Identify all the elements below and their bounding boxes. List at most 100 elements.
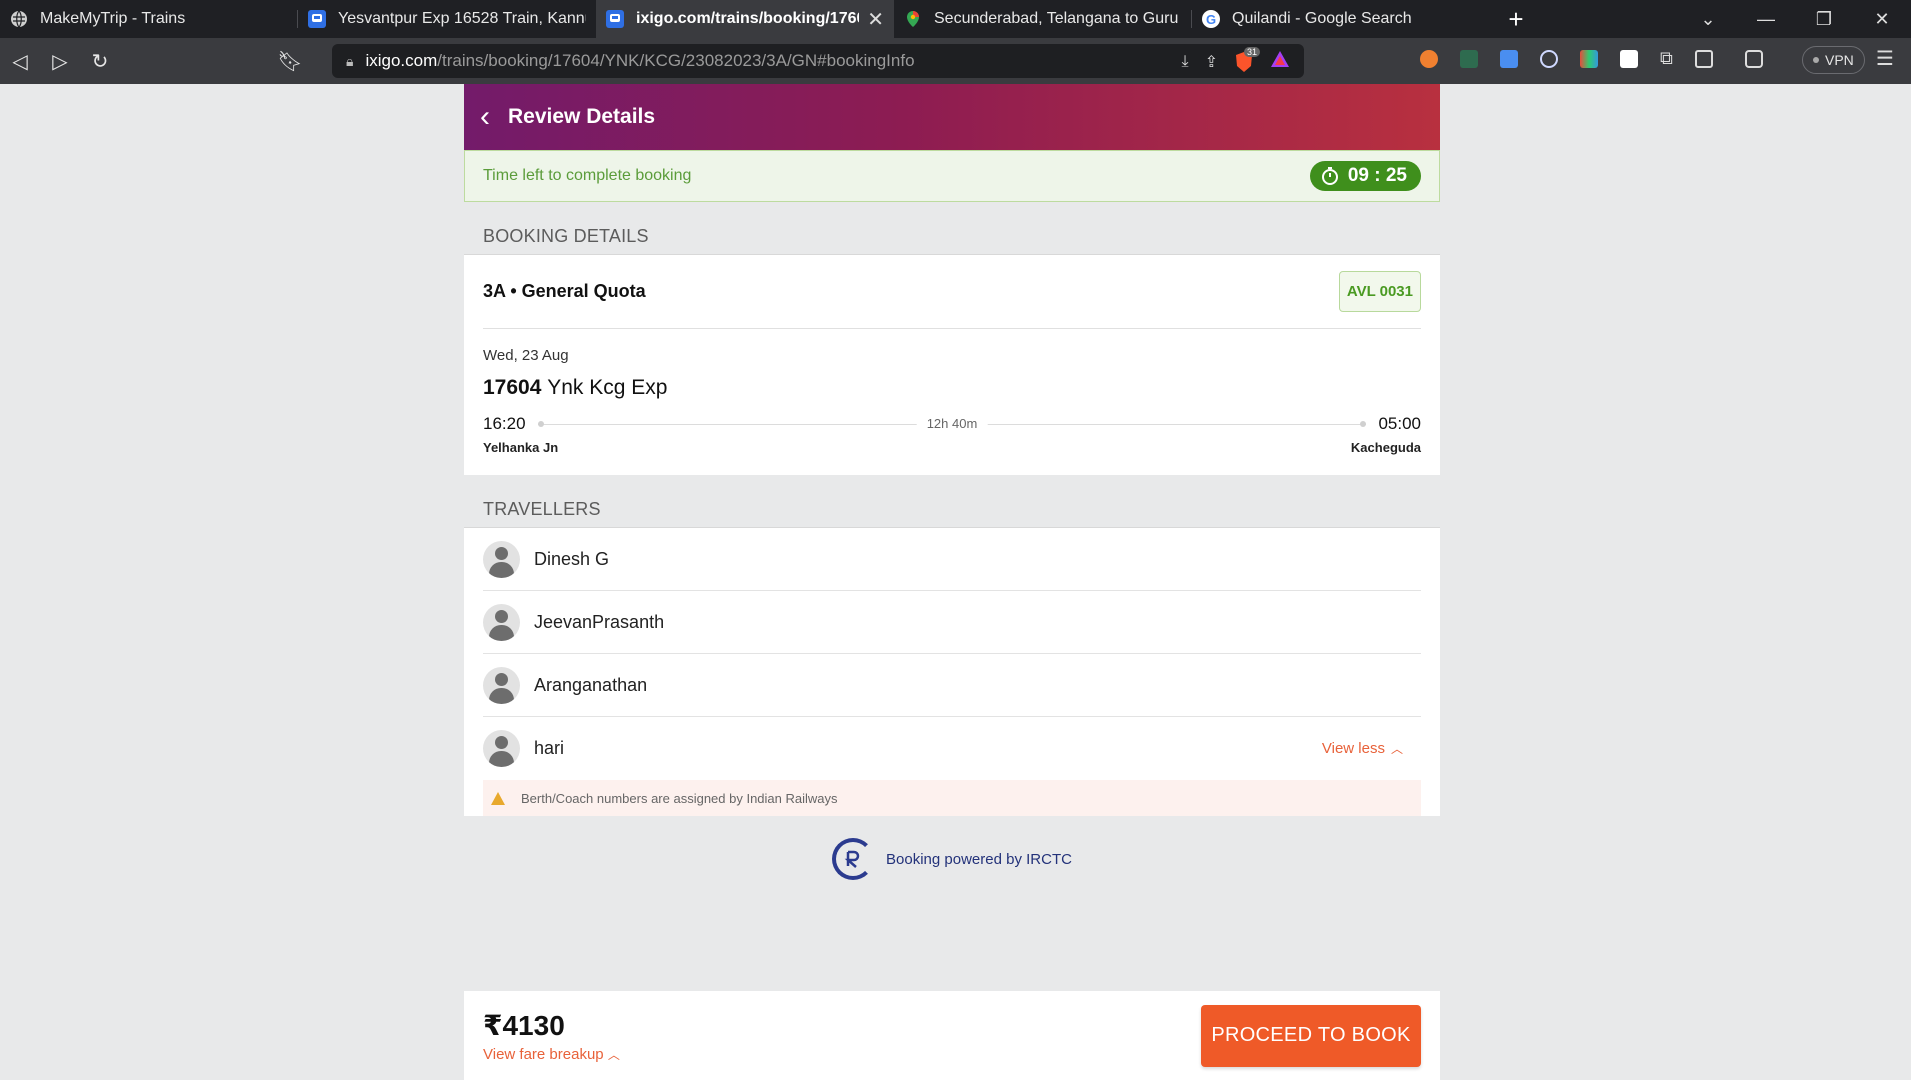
travellers-heading: TRAVELLERS [464,475,1440,527]
vpn-button[interactable]: VPN [1802,46,1865,74]
close-icon[interactable]: ✕ [867,7,884,32]
maps-pin-icon [904,10,922,28]
depart-time: 16:20 [483,414,526,433]
view-less-link[interactable]: View less ︿ [1322,740,1403,757]
fare-breakup-link[interactable]: View fare breakup ︿ [483,1046,620,1063]
puzzle-icon[interactable]: ⧉ [1660,48,1673,69]
view-less-label: View less [1321,740,1385,757]
tab-makemytrip[interactable]: MakeMyTrip - Trains [0,0,298,38]
price-block: ₹4130 View fare breakup ︿ [483,1009,620,1063]
address-bar[interactable]: 🔒︎ ixigo.com/trains/booking/17604/YNK/KC… [332,44,1304,78]
fare-breakup-label: View fare breakup [483,1045,604,1063]
reload-icon[interactable]: ↻ [80,49,120,74]
share-icon[interactable]: ⇪ [1205,52,1218,72]
extension-icon[interactable] [1420,49,1438,68]
travellers-card: Dinesh G JeevanPrasanth Aranganathan har… [464,527,1440,816]
tab-yesvantpur[interactable]: Yesvantpur Exp 16528 Train, Kannur (C [298,0,596,38]
globe-icon [10,10,28,28]
quota-row: 3A • General Quota AVL 0031 [483,255,1421,329]
traveller-name: Dinesh G [534,548,610,569]
train-name: Ynk Kcg Exp [547,376,668,399]
journey-date: Wed, 23 Aug [483,347,569,364]
journey-times: 16:20 12h 40m 05:00 [483,414,1421,434]
booking-details-card: 3A • General Quota AVL 0031 Wed, 23 Aug … [464,254,1440,475]
powered-text: Booking powered by IRCTC [886,850,1072,868]
window-controls: ⌄ — ❐ ✕ [1679,0,1911,38]
berth-notice-text: Berth/Coach numbers are assigned by Indi… [521,790,838,806]
timer-value: 09 : 25 [1347,165,1407,186]
tab-title: Yesvantpur Exp 16528 Train, Kannur (C [338,10,586,27]
brave-rewards-icon[interactable] [1270,50,1290,73]
url-text: ixigo.com/trains/booking/17604/YNK/KCG/2… [365,51,915,70]
timer-badge: 09 : 25 [1309,161,1421,191]
booking-details-heading: BOOKING DETAILS [464,202,1440,254]
tab-ixigo-booking[interactable]: ixigo.com/trains/booking/17604/ ✕ [596,0,894,38]
checkout-footer: ₹4130 View fare breakup ︿ PROCEED TO BOO… [464,991,1440,1080]
arrive-time: 05:00 [1378,414,1421,433]
traveller-name: hari [534,738,565,758]
tab-maps[interactable]: Secunderabad, Telangana to Guru Nan [894,0,1192,38]
svg-text:G: G [1206,12,1216,26]
avatar-icon [483,666,520,704]
tab-search-icon[interactable]: ⌄ [1679,9,1737,30]
extension-icon[interactable] [1620,49,1638,68]
tab-title: Secunderabad, Telangana to Guru Nan [934,10,1182,27]
train-icon [308,10,326,28]
extensions-area: ⧉ [1420,48,1763,69]
bookmark-icon[interactable]: 🔖︎ [270,49,310,74]
journey-line: 12h 40m [537,414,1367,434]
availability-badge: AVL 0031 [1338,271,1421,312]
address-bar-actions: ⤓ ⇪ 31 [1182,46,1290,73]
avatar-icon [483,730,520,767]
traveller-row: Dinesh G [483,528,1421,591]
tab-title: ixigo.com/trains/booking/17604/ [636,10,860,27]
irctc-logo-icon [832,838,875,880]
journey-info: Wed, 23 Aug 17604 Ynk Kcg Exp 16:20 12h … [483,329,1421,475]
sidebar-icon[interactable] [1694,49,1713,68]
back-icon[interactable]: ◁ [0,49,40,74]
irctc-powered: Booking powered by IRCTC [464,838,1440,880]
journey-stations: Yelhanka Jn Kacheguda [483,440,1421,455]
page-title: Review Details [508,105,656,128]
timer-label: Time left to complete booking [483,167,692,184]
proceed-to-book-button[interactable]: PROCEED TO BOOK [1201,1004,1421,1067]
menu-icon[interactable]: ☰ [1876,46,1894,71]
timer-icon [1321,167,1338,185]
page-header: ‹ Review Details [464,84,1440,150]
vpn-label: VPN [1825,52,1854,68]
warning-icon [491,791,505,805]
tab-google-search[interactable]: G Quilandi - Google Search [1192,0,1490,38]
booking-page: ‹ Review Details Time left to complete b… [464,84,1440,1080]
tab-title: Quilandi - Google Search [1232,10,1412,27]
new-tab-button[interactable]: + [1490,0,1542,38]
back-chevron-icon[interactable]: ‹ [480,102,490,132]
install-app-icon[interactable]: ⤓ [1182,53,1189,71]
restore-icon[interactable]: ❐ [1795,9,1853,30]
brave-shields-icon[interactable]: 31 [1234,46,1261,73]
class-quota: 3A • General Quota [483,281,646,301]
from-station: Yelhanka Jn [483,440,559,455]
chevron-up-icon: ︿ [607,1047,620,1062]
traveller-name: JeevanPrasanth [534,611,665,632]
train-icon [606,10,624,28]
browser-toolbar: ◁ ▷ ↻ 🔖︎ 🔒︎ ixigo.com/trains/booking/176… [0,38,1911,84]
train-number: 17604 [483,376,542,399]
traveller-row: hari View less ︿ [483,717,1421,780]
extension-icon[interactable] [1460,49,1478,68]
total-price: ₹4130 [483,1009,565,1041]
forward-icon[interactable]: ▷ [40,49,80,74]
lock-icon[interactable]: 🔒︎ [346,53,353,70]
tab-title: MakeMyTrip - Trains [40,10,186,27]
chevron-up-icon: ︿ [1390,742,1403,756]
wallet-icon[interactable] [1744,49,1763,68]
traveller-name: Aranganathan [534,674,648,695]
traveller-row: JeevanPrasanth [483,591,1421,654]
extension-icon[interactable] [1500,49,1518,68]
minimize-icon[interactable]: — [1737,9,1795,30]
shields-count-badge: 31 [1244,46,1261,57]
avatar-icon [483,603,520,641]
close-window-icon[interactable]: ✕ [1853,9,1911,30]
extension-icon[interactable] [1580,49,1598,68]
to-station: Kacheguda [1350,440,1421,455]
react-devtools-icon[interactable] [1540,49,1558,68]
